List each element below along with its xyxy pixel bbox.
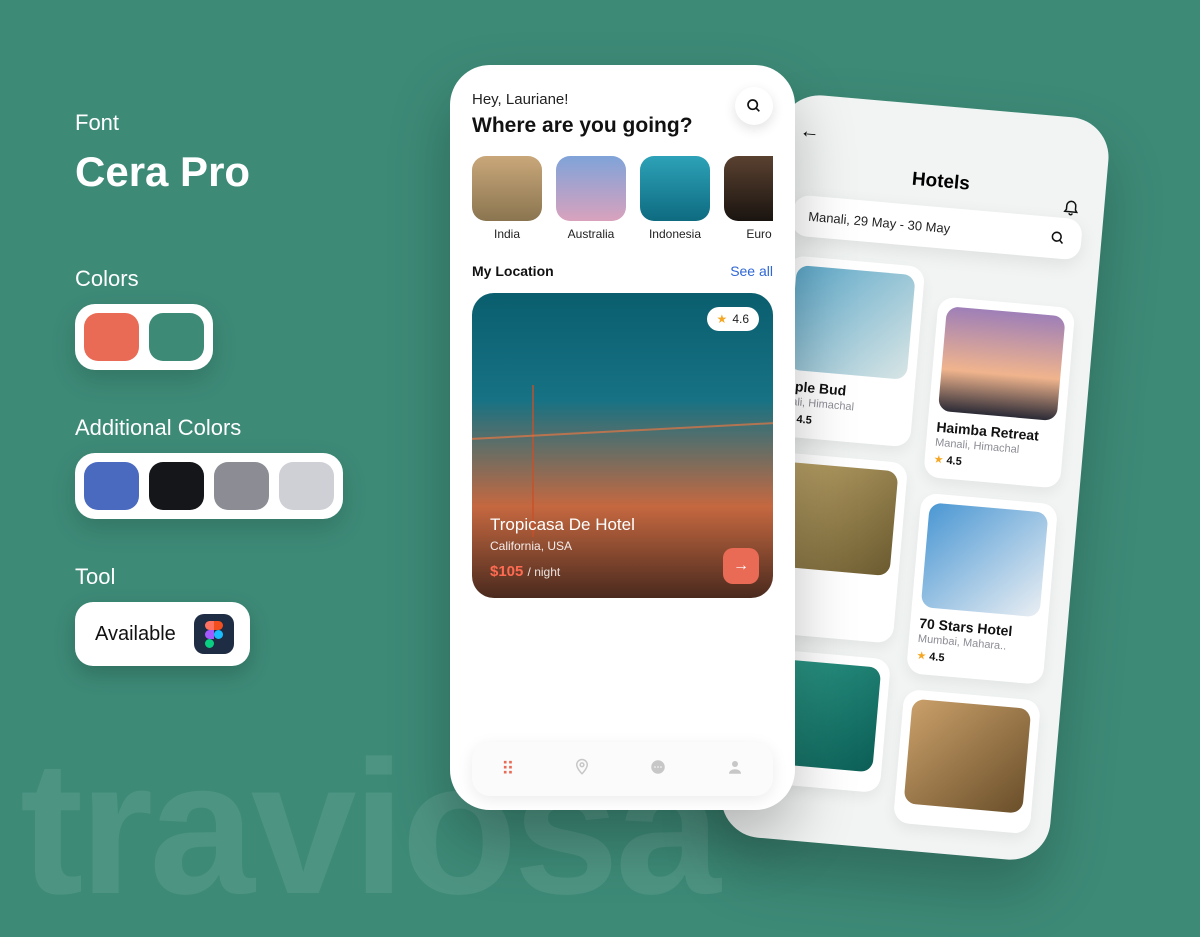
destination-label: India bbox=[494, 227, 520, 241]
destination-label: Indonesia bbox=[649, 227, 701, 241]
swatch-add-2 bbox=[149, 462, 204, 510]
hotel-image bbox=[921, 502, 1049, 617]
font-name: Cera Pro bbox=[75, 148, 395, 196]
headline: Where are you going? bbox=[472, 114, 773, 138]
hotel-card[interactable] bbox=[893, 689, 1041, 834]
arrow-right-icon: → bbox=[733, 557, 749, 575]
font-label: Font bbox=[75, 110, 395, 136]
filter-text: Manali, 29 May - 30 May bbox=[808, 209, 951, 236]
rating-badge: ★ 4.6 bbox=[707, 307, 759, 331]
hotel-price: $105 / night bbox=[490, 563, 755, 580]
primary-color-swatches bbox=[75, 304, 213, 370]
swatch-primary-1 bbox=[84, 313, 139, 361]
destinations-row[interactable]: India Australia Indonesia Euro bbox=[472, 156, 773, 241]
bell-icon bbox=[1061, 197, 1081, 217]
notifications-button[interactable] bbox=[1061, 197, 1081, 221]
hotel-image bbox=[938, 306, 1066, 421]
destination-label: Australia bbox=[568, 227, 615, 241]
go-button[interactable]: → bbox=[723, 548, 759, 584]
search-icon bbox=[1050, 230, 1066, 246]
tool-pill[interactable]: Available bbox=[75, 602, 250, 666]
additional-colors-label: Additional Colors bbox=[75, 415, 395, 441]
destination-image bbox=[556, 156, 626, 221]
destination-image bbox=[640, 156, 710, 221]
hotel-location: California, USA bbox=[490, 539, 755, 553]
star-icon: ★ bbox=[717, 312, 728, 326]
hotel-card[interactable]: Haimba Retreat Manali, Himachal ★4.5 bbox=[923, 296, 1075, 488]
hotel-card[interactable]: pple Bud nali, Himachal ★4.5 bbox=[773, 255, 925, 447]
nav-profile-icon[interactable] bbox=[726, 758, 744, 781]
rating-value: 4.6 bbox=[732, 312, 749, 326]
price-unit: / night bbox=[528, 565, 561, 579]
home-screen: Hey, Lauriane! Where are you going? Indi… bbox=[450, 65, 795, 810]
price-amount: $105 bbox=[490, 563, 523, 580]
bottom-nav: ⠿ bbox=[472, 742, 773, 796]
back-button[interactable]: ← bbox=[799, 120, 821, 144]
search-icon bbox=[746, 98, 762, 114]
destination-europe[interactable]: Euro bbox=[724, 156, 773, 241]
hotel-name: Tropicasa De Hotel bbox=[490, 515, 755, 535]
destination-indonesia[interactable]: Indonesia bbox=[640, 156, 710, 241]
swatch-add-4 bbox=[279, 462, 334, 510]
see-all-link[interactable]: See all bbox=[730, 263, 773, 279]
destination-label: Euro bbox=[746, 227, 771, 241]
tool-value: Available bbox=[95, 623, 176, 646]
colors-label: Colors bbox=[75, 266, 395, 292]
destination-india[interactable]: India bbox=[472, 156, 542, 241]
search-button[interactable] bbox=[735, 87, 773, 125]
destination-image bbox=[724, 156, 773, 221]
figma-icon bbox=[194, 614, 234, 654]
design-meta-panel: Font Cera Pro Colors Additional Colors T… bbox=[75, 110, 395, 666]
greeting-text: Hey, Lauriane! bbox=[472, 91, 773, 108]
hotel-image bbox=[788, 265, 916, 380]
swatch-add-1 bbox=[84, 462, 139, 510]
nav-location-icon[interactable] bbox=[573, 758, 591, 781]
nav-home-icon[interactable]: ⠿ bbox=[501, 759, 514, 780]
swatch-primary-2 bbox=[149, 313, 204, 361]
swatch-add-3 bbox=[214, 462, 269, 510]
destination-image bbox=[472, 156, 542, 221]
featured-hotel-card[interactable]: ★ 4.6 Tropicasa De Hotel California, USA… bbox=[472, 293, 773, 598]
hotel-card[interactable]: 70 Stars Hotel Mumbai, Mahara.. ★4.5 bbox=[906, 493, 1058, 685]
additional-color-swatches bbox=[75, 453, 343, 519]
nav-chat-icon[interactable] bbox=[649, 758, 667, 781]
hotel-image bbox=[904, 699, 1032, 814]
search-filter-bar[interactable]: Manali, 29 May - 30 May bbox=[791, 194, 1083, 260]
destination-australia[interactable]: Australia bbox=[556, 156, 626, 241]
section-title: My Location bbox=[472, 263, 554, 279]
tool-label: Tool bbox=[75, 564, 395, 590]
